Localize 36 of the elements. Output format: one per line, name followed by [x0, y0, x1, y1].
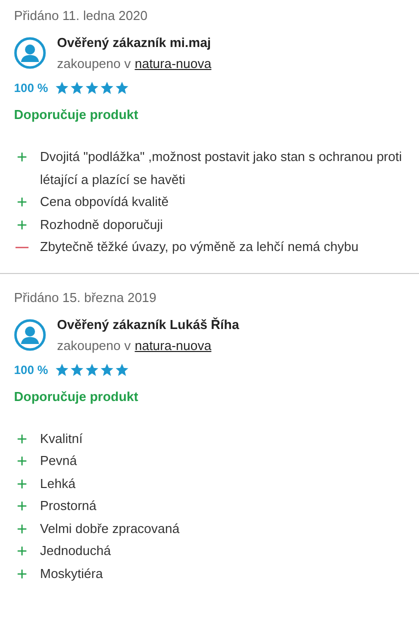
point-text: Pevná — [40, 452, 77, 470]
point-text: Velmi dobře zpracovaná — [40, 520, 180, 538]
recommendation-label: Doporučuje produkt — [14, 107, 140, 122]
recommendation-label: Doporučuje produkt — [14, 388, 140, 404]
shop-link[interactable]: natura-nuova — [134, 56, 212, 71]
point-sign: + — [16, 518, 28, 540]
point-text: Lehká — [40, 474, 76, 492]
point-sign: + — [16, 450, 28, 472]
point-sign: + — [16, 146, 28, 169]
avatar-icon — [14, 37, 46, 69]
point-text: Cena obpovídá kvalitě — [40, 193, 169, 211]
rating-percent: 100 % — [14, 362, 48, 376]
point-sign: + — [16, 472, 28, 495]
point-sign: + — [16, 562, 28, 585]
point-sign: + — [16, 191, 28, 214]
point-sign: + — [16, 495, 28, 518]
point-sign: — — [14, 238, 30, 256]
review-date: Přidáno 15. března 2019 — [14, 290, 158, 304]
point-sign: + — [16, 428, 28, 450]
reviewer-name: Ověřený zákazník Lukáš Říha — [57, 316, 240, 332]
avatar-icon — [14, 318, 46, 350]
rating-percent: 100 % — [14, 81, 48, 95]
shop-link[interactable]: natura-nuova — [134, 338, 212, 352]
reviewer-name: Ověřený zákazník mi.maj — [57, 35, 212, 50]
point-sign: + — [16, 540, 28, 562]
review-date: Přidáno 11. ledna 2020 — [14, 8, 148, 23]
point-sign: + — [16, 214, 28, 236]
point-text: Kvalitní — [40, 430, 83, 448]
point-text: Jednoduchá — [40, 542, 111, 560]
point-text: Prostorná — [40, 497, 96, 515]
purchased-label: zakoupeno v — [57, 56, 131, 71]
point-text: Zbytečně těžké úvazy, po výměně za lehčí nemá chybu — [40, 238, 358, 256]
point-text: Moskytiéra — [40, 564, 103, 583]
purchased-label: zakoupeno v — [57, 338, 131, 352]
point-text: Dvojitá "podlážka" ,možnost postavit jako stan s ochranou proti létající a plazící se havěti — [40, 148, 403, 189]
point-text: Rozhodně doporučuji — [40, 216, 163, 234]
